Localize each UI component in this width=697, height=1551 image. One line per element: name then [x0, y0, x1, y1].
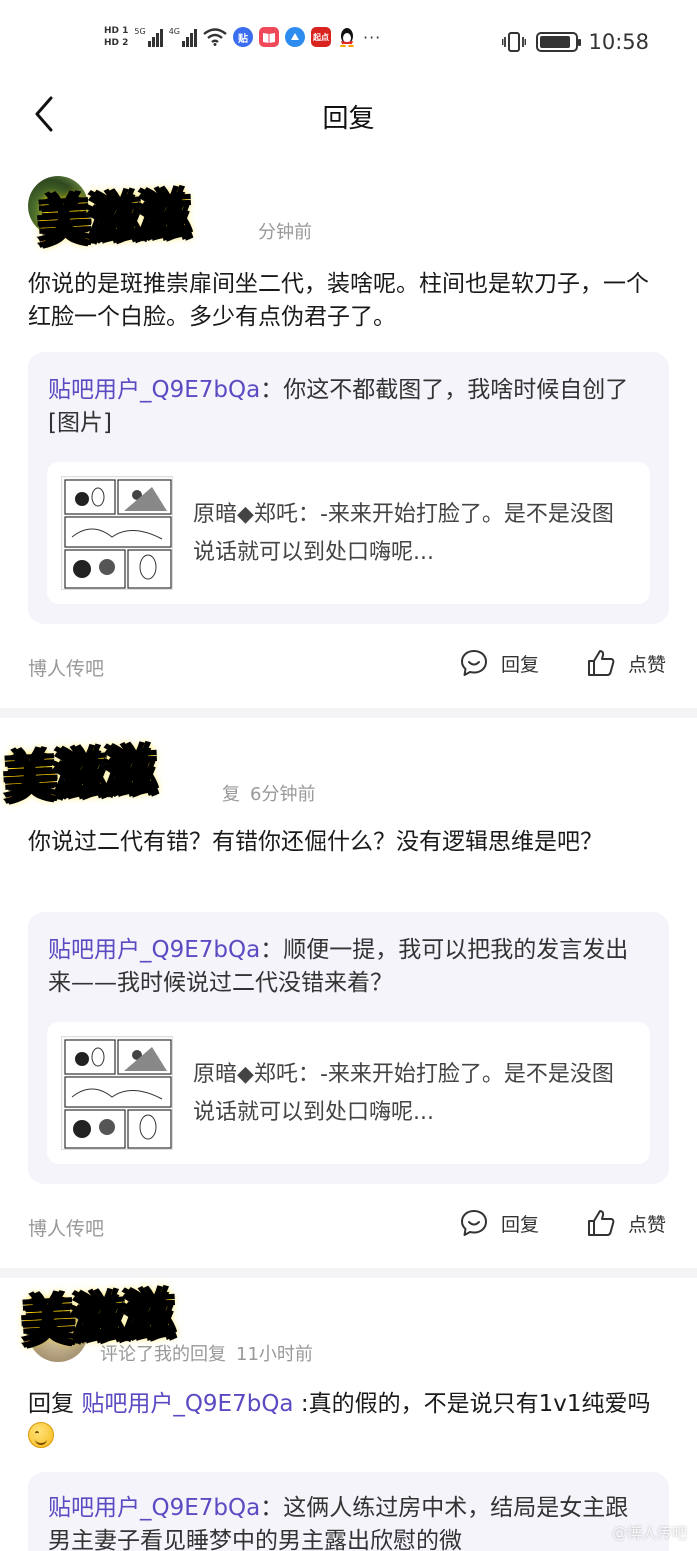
- net2-label: 4G: [168, 27, 180, 36]
- manga-thumbnail[interactable]: [61, 1036, 173, 1150]
- quoted-reply[interactable]: 贴吧用户_Q9E7bQa：你这不都截图了，我啥时候自创了[图片] 原暗◆郑吒：-…: [28, 352, 669, 624]
- mentioned-user-link[interactable]: 贴吧用户_Q9E7bQa: [81, 1391, 293, 1417]
- smile-emoji-icon: [28, 1422, 54, 1448]
- reply-meta: 评论了我的回复 11小时前: [100, 1340, 313, 1366]
- inner-separator: ：: [297, 502, 320, 527]
- sticker-meizizi: 美滋滋: [36, 184, 190, 253]
- quoted-user-link[interactable]: 贴吧用户_Q9E7bQa: [48, 937, 260, 963]
- original-author: 原暗◆郑吒: [193, 502, 298, 527]
- qq-app-icon: [337, 27, 357, 47]
- hd2-label: HD 2: [104, 38, 129, 48]
- quote-separator: ：: [260, 1495, 284, 1521]
- status-bar-left: HD 1 HD 2 5G 4G 贴 起点 ···: [104, 26, 381, 48]
- clock: 10:58: [588, 30, 649, 54]
- browser-app-icon: [285, 27, 305, 47]
- thumbs-up-icon: [588, 650, 615, 676]
- tieba-app-icon: 贴: [233, 27, 253, 47]
- comment-body: :真的假的，不是说只有1v1纯爱吗: [293, 1391, 651, 1417]
- quote-separator: ：: [260, 377, 284, 403]
- quoted-reply-text: 贴吧用户_Q9E7bQa：这俩人练过房中术，结局是女主跟男主妻子看见睡梦中的男主…: [48, 1492, 648, 1551]
- manga-thumbnail[interactable]: [61, 476, 173, 590]
- comment-icon: [461, 1210, 487, 1236]
- sticker-meizizi: 美滋滋: [2, 740, 156, 809]
- qidian-app-icon: 起点: [311, 27, 331, 47]
- inner-separator: ：: [297, 1062, 320, 1087]
- reply-card-2: 美滋滋 复 6分钟前 你说过二代有错？有错你还倔什么？没有逻辑思维是吧？ 贴吧用户…: [0, 718, 697, 1268]
- section-divider: [0, 1268, 697, 1278]
- hd1-label: HD 1: [104, 26, 129, 36]
- watermark: @博人传吧: [611, 1524, 687, 1542]
- original-author: 原暗◆郑吒: [193, 1062, 298, 1087]
- reply-time: 分钟前: [258, 222, 312, 243]
- reply-label: 回复: [501, 653, 540, 676]
- reply-action: 复: [222, 784, 240, 805]
- quoted-reply[interactable]: 贴吧用户_Q9E7bQa：这俩人练过房中术，结局是女主跟男主妻子看见睡梦中的男主…: [28, 1472, 669, 1551]
- original-post-text: 原暗◆郑吒：-来来开始打脸了。是不是没图说话就可以到处口嗨呢...: [193, 1056, 623, 1132]
- quoted-user-link[interactable]: 贴吧用户_Q9E7bQa: [48, 377, 260, 403]
- reply-button[interactable]: 回复: [459, 1208, 539, 1238]
- section-divider: [0, 708, 697, 718]
- forum-name[interactable]: 博人传吧: [28, 654, 104, 681]
- book-app-icon: [259, 27, 279, 47]
- quoted-reply[interactable]: 贴吧用户_Q9E7bQa：顺便一提，我可以把我的发言发出来——我时候说过二代没错…: [28, 912, 669, 1184]
- reply-meta: 分钟前: [258, 218, 312, 244]
- comment-text[interactable]: 回复 贴吧用户_Q9E7bQa :真的假的，不是说只有1v1纯爱吗: [28, 1388, 668, 1454]
- like-label: 点赞: [628, 653, 667, 676]
- like-button[interactable]: 点赞: [586, 648, 666, 678]
- signal-4g-icon: 4G: [169, 27, 197, 47]
- hd-indicators: HD 1 HD 2: [104, 26, 128, 48]
- page-title: 回复: [322, 104, 375, 134]
- reply-meta: 复 6分钟前: [222, 780, 315, 806]
- status-bar-right: 10:58: [502, 30, 649, 54]
- reply-button[interactable]: 回复: [459, 648, 539, 678]
- quoted-user-link[interactable]: 贴吧用户_Q9E7bQa: [48, 1495, 260, 1521]
- reply-card-1: 美滋滋 分钟前 你说的是斑推崇扉间坐二代，装啥呢。柱间也是软刀子，一个红脸一个白…: [0, 160, 697, 708]
- comment-text[interactable]: 你说过二代有错？有错你还倔什么？没有逻辑思维是吧？: [28, 826, 668, 859]
- reply-label: 回复: [501, 1213, 540, 1236]
- net1-label: 5G: [134, 27, 146, 36]
- vibrate-icon: [502, 32, 527, 52]
- reply-action: 评论了我的回复: [100, 1344, 226, 1365]
- signal-5g-icon: 5G: [134, 27, 163, 47]
- quoted-reply-text: 贴吧用户_Q9E7bQa：顺便一提，我可以把我的发言发出来——我时候说过二代没错…: [48, 934, 648, 1000]
- status-bar: HD 1 HD 2 5G 4G 贴 起点 ··· 10:58: [0, 0, 697, 88]
- comment-icon: [461, 650, 487, 676]
- original-post-text: 原暗◆郑吒：-来来开始打脸了。是不是没图说话就可以到处口嗨呢...: [193, 496, 623, 572]
- original-post[interactable]: 原暗◆郑吒：-来来开始打脸了。是不是没图说话就可以到处口嗨呢...: [47, 462, 650, 604]
- comment-text[interactable]: 你说的是斑推崇扉间坐二代，装啥呢。柱间也是软刀子，一个红脸一个白脸。多少有点伪君…: [28, 268, 668, 334]
- like-label: 点赞: [628, 1213, 667, 1236]
- battery-icon: [536, 32, 582, 52]
- reply-time: 11小时前: [236, 1344, 313, 1365]
- forum-name[interactable]: 博人传吧: [28, 1214, 104, 1241]
- thumbs-up-icon: [588, 1210, 615, 1236]
- wifi-icon: [203, 28, 227, 46]
- reply-card-3: 美滋滋 评论了我的回复 11小时前 回复 贴吧用户_Q9E7bQa :真的假的，不…: [0, 1278, 697, 1551]
- original-post[interactable]: 原暗◆郑吒：-来来开始打脸了。是不是没图说话就可以到处口嗨呢...: [47, 1022, 650, 1164]
- reply-time: 6分钟前: [250, 784, 316, 805]
- quote-separator: ：: [260, 937, 284, 963]
- nav-bar: 回复: [0, 88, 697, 144]
- like-button[interactable]: 点赞: [586, 1208, 666, 1238]
- reply-prefix: 回复: [28, 1391, 82, 1417]
- more-notifications-icon: ···: [363, 27, 382, 47]
- quoted-reply-text: 贴吧用户_Q9E7bQa：你这不都截图了，我啥时候自创了[图片]: [48, 374, 648, 440]
